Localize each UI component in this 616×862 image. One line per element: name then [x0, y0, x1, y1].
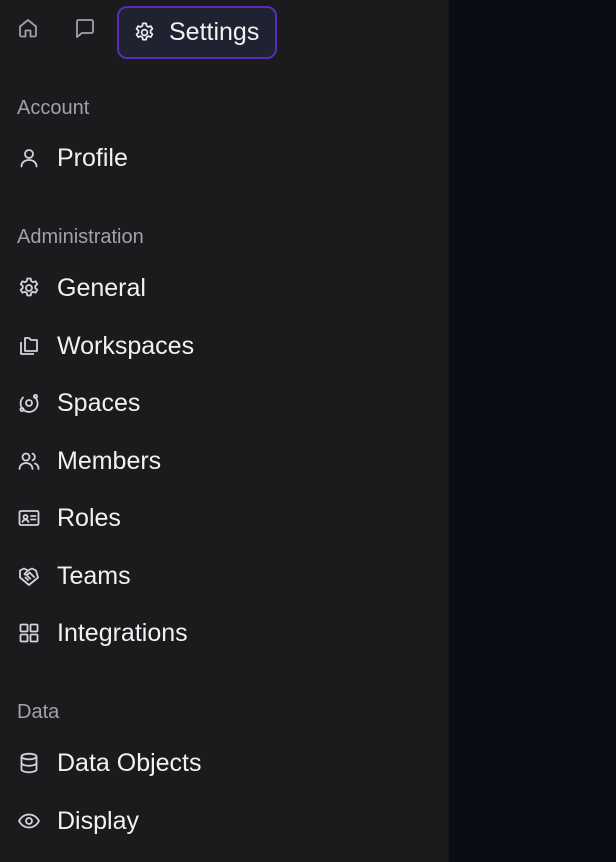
settings-sidebar: Settings Account Profile Administration … — [0, 0, 449, 862]
eye-icon — [17, 809, 41, 833]
sidebar-item-label: Display — [57, 806, 139, 835]
sidebar-item-workspaces[interactable]: Workspaces — [0, 323, 449, 369]
section-account-label: Account — [17, 97, 90, 119]
chat-icon[interactable] — [70, 13, 100, 43]
sidebar-item-label: Workspaces — [57, 331, 195, 360]
section-administration-label: Administration — [17, 226, 144, 248]
sidebar-item-label: Spaces — [57, 388, 141, 417]
sidebar-item-roles[interactable]: Roles — [0, 495, 449, 541]
sidebar-item-label: Integrations — [57, 618, 188, 647]
home-icon[interactable] — [13, 13, 43, 43]
sidebar-item-members[interactable]: Members — [0, 438, 449, 484]
sidebar-item-spaces[interactable]: Spaces — [0, 380, 449, 426]
sidebar-item-label: Teams — [57, 561, 131, 590]
settings-tab-label: Settings — [169, 18, 260, 46]
sidebar-item-teams[interactable]: Teams — [0, 553, 449, 599]
database-icon — [17, 751, 41, 775]
sidebar-item-data-objects[interactable]: Data Objects — [0, 740, 449, 786]
users-icon — [17, 449, 41, 473]
section-data-label: Data — [17, 701, 60, 723]
gear-icon — [135, 22, 154, 41]
sidebar-item-profile[interactable]: Profile — [0, 135, 449, 181]
sidebar-item-label: Members — [57, 446, 162, 475]
folders-icon — [17, 334, 41, 358]
sidebar-item-label: Roles — [57, 503, 121, 532]
top-nav: Settings — [0, 0, 449, 64]
id-card-icon — [17, 506, 41, 530]
settings-tab[interactable]: Settings — [117, 6, 277, 59]
main-content — [449, 0, 616, 862]
sidebar-item-integrations[interactable]: Integrations — [0, 610, 449, 656]
handshake-icon — [17, 564, 41, 588]
gear-icon — [17, 276, 41, 300]
sidebar-item-label: General — [57, 273, 146, 302]
sidebar-item-display[interactable]: Display — [0, 798, 449, 844]
user-icon — [17, 146, 41, 170]
sidebar-item-general[interactable]: General — [0, 265, 449, 311]
sidebar-item-label: Data Objects — [57, 748, 202, 777]
orbit-icon — [17, 391, 41, 415]
sidebar-item-label: Profile — [57, 143, 128, 172]
grid-icon — [17, 621, 41, 645]
